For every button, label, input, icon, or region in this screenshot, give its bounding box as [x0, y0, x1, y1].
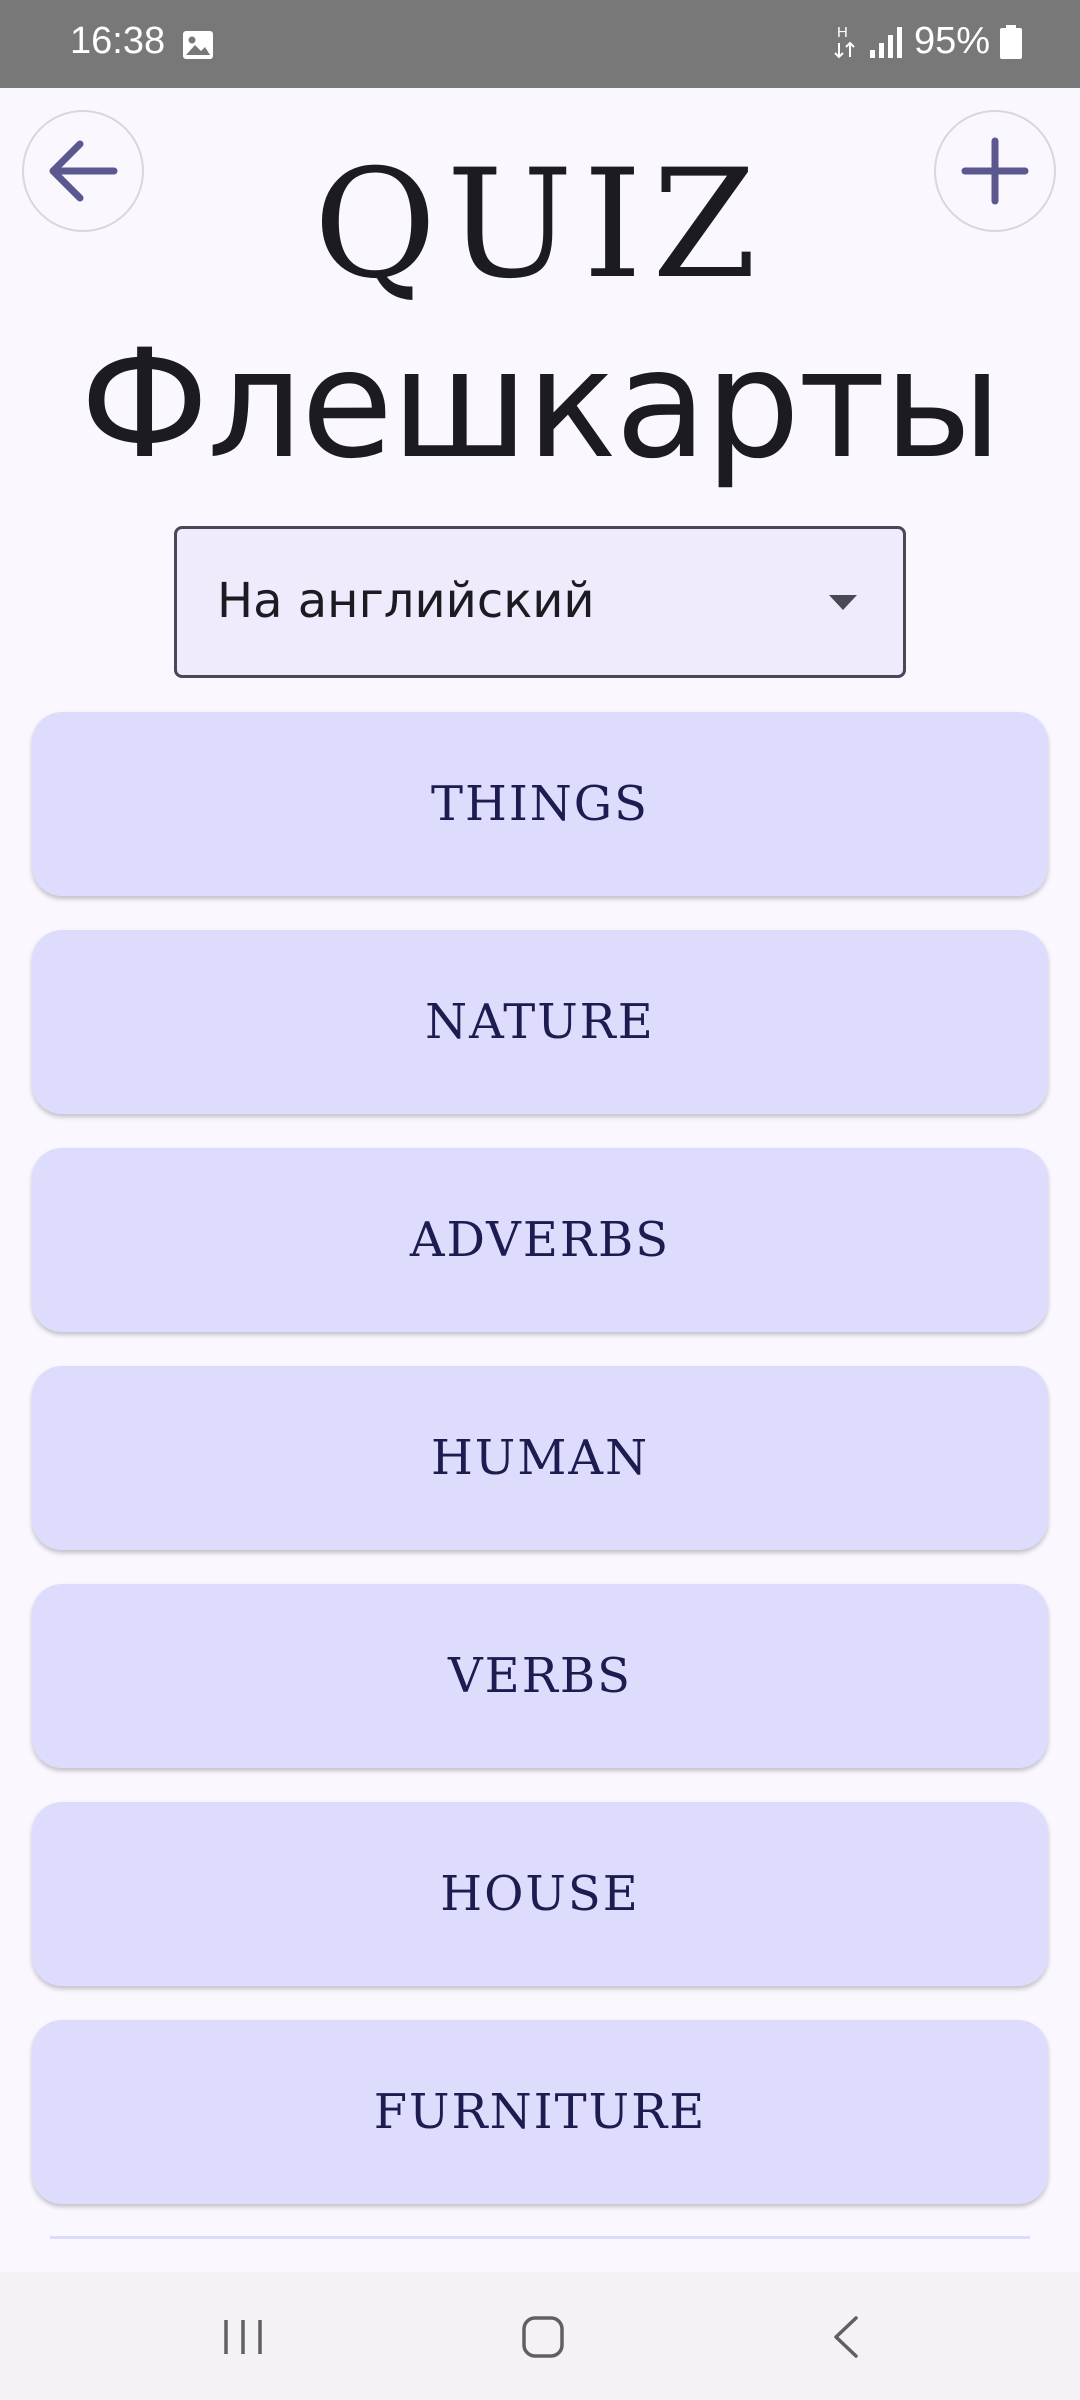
category-label: HOUSE	[440, 1866, 640, 1922]
category-button-human[interactable]: HUMAN	[32, 1366, 1048, 1550]
status-bar: 16:38 H 95%	[0, 0, 1080, 88]
battery-percent: 95%	[913, 20, 990, 62]
category-label: NATURE	[425, 994, 655, 1050]
system-nav-bar	[0, 2272, 1080, 2400]
category-button-verbs[interactable]: VERBS	[32, 1584, 1048, 1768]
recents-icon[interactable]	[218, 2312, 268, 2362]
battery-icon	[1000, 24, 1022, 59]
category-button-adverbs[interactable]: ADVERBS	[32, 1148, 1048, 1332]
brand-title: QUIZ	[313, 138, 767, 312]
network-h-icon: H	[834, 24, 855, 58]
direction-dropdown[interactable]: На английский	[174, 526, 906, 678]
status-indicators: H 95%	[832, 20, 1022, 63]
category-button-furniture[interactable]: FURNITURE	[32, 2020, 1048, 2204]
category-list: THINGS NATURE ADVERBS HUMAN VERBS HOUSE …	[32, 712, 1048, 2238]
dropdown-selected-value: На английский	[217, 573, 595, 629]
category-button-house[interactable]: HOUSE	[32, 1802, 1048, 1986]
category-label: ADVERBS	[409, 1212, 671, 1268]
partial-category-card	[50, 2236, 1030, 2239]
page-title: Флешкарты	[79, 318, 1002, 492]
svg-text:H: H	[837, 24, 848, 41]
category-label: THINGS	[430, 776, 650, 832]
status-time: 16:38	[70, 20, 166, 62]
signal-icon	[869, 26, 902, 58]
category-label: HUMAN	[430, 1430, 650, 1486]
category-button-things[interactable]: THINGS	[32, 712, 1048, 896]
caret-down-icon	[829, 595, 857, 610]
category-label: VERBS	[448, 1648, 632, 1704]
gallery-notification-icon	[183, 31, 213, 59]
back-icon[interactable]	[822, 2312, 872, 2362]
category-button-nature[interactable]: NATURE	[32, 930, 1048, 1114]
category-label: FURNITURE	[373, 2084, 707, 2140]
home-icon[interactable]	[518, 2312, 568, 2362]
